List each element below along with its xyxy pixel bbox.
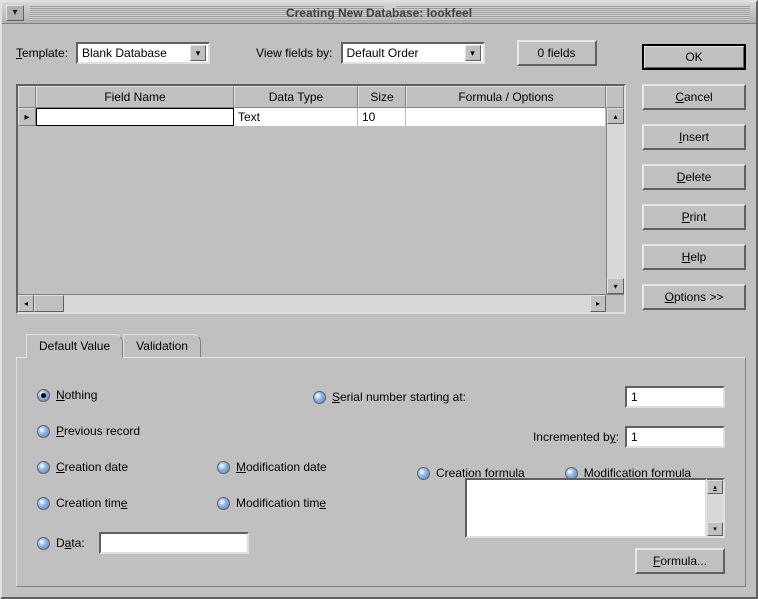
- formula-textarea-wrap: ▴ ▾: [465, 478, 725, 538]
- current-row-icon: [18, 108, 36, 126]
- col-field-name[interactable]: Field Name: [36, 86, 234, 108]
- titlebar: Creating New Database: lookfeel: [2, 2, 756, 24]
- view-fields-label: View fields by:: [256, 46, 332, 60]
- options-button[interactable]: Options >>: [642, 284, 746, 310]
- template-label: Template:: [16, 46, 68, 60]
- incremented-input[interactable]: [625, 426, 725, 448]
- scroll-track[interactable]: [707, 494, 723, 522]
- dialog-body: Template: Blank Database View fields by:…: [2, 24, 756, 597]
- radio-serial[interactable]: Serial number starting at:: [313, 390, 466, 404]
- cancel-button[interactable]: Cancel: [642, 84, 746, 110]
- cell-formula[interactable]: [406, 108, 606, 126]
- insert-button[interactable]: Insert: [642, 124, 746, 150]
- tabs-bar: Default Value Validation: [26, 334, 746, 357]
- top-controls: Template: Blank Database View fields by:…: [16, 40, 746, 66]
- table-row[interactable]: Text 10: [18, 108, 606, 126]
- radio-modification-time[interactable]: Modification time: [217, 496, 326, 510]
- tab-default-value[interactable]: Default Value: [26, 334, 123, 358]
- radio-icon: [37, 537, 50, 550]
- view-fields-value: Default Order: [347, 46, 419, 60]
- delete-button[interactable]: Delete: [642, 164, 746, 190]
- radio-creation-time[interactable]: Creation time: [37, 496, 177, 510]
- chevron-down-icon[interactable]: [190, 45, 206, 61]
- col-size[interactable]: Size: [358, 86, 406, 108]
- scroll-up-icon[interactable]: ▴: [607, 108, 624, 124]
- tabs-container: Default Value Validation Nothing Previou…: [16, 334, 746, 589]
- scroll-right-icon[interactable]: ▸: [590, 295, 606, 312]
- scroll-thumb[interactable]: [34, 295, 64, 312]
- scroll-left-icon[interactable]: ◂: [18, 295, 34, 312]
- table-header: Field Name Data Type Size Formula / Opti…: [18, 86, 624, 108]
- cell-field-name[interactable]: [36, 108, 234, 126]
- scroll-down-icon[interactable]: ▾: [707, 522, 723, 536]
- radio-icon: [37, 389, 50, 402]
- radio-icon: [217, 497, 230, 510]
- scroll-track[interactable]: [607, 124, 624, 278]
- table-body: Text 10 ▴ ▾: [18, 108, 624, 294]
- scroll-corner: [606, 295, 624, 312]
- radio-icon: [417, 467, 430, 480]
- radio-previous-record[interactable]: Previous record: [37, 424, 397, 438]
- fields-table: Field Name Data Type Size Formula / Opti…: [16, 84, 626, 314]
- scroll-header: [606, 86, 624, 108]
- print-button[interactable]: Print: [642, 204, 746, 230]
- row-indicator-header: [18, 86, 36, 108]
- radio-data[interactable]: Data:: [37, 536, 85, 550]
- serial-inputs: Serial number starting at: Incremented b…: [533, 386, 725, 448]
- radio-icon: [37, 425, 50, 438]
- chevron-down-icon[interactable]: [465, 45, 481, 61]
- cell-data-type[interactable]: Text: [234, 108, 358, 126]
- dialog-window: Creating New Database: lookfeel Template…: [0, 0, 758, 599]
- action-buttons: OK Cancel Insert Delete Print Help: [642, 84, 746, 314]
- radio-icon: [217, 461, 230, 474]
- table-empty: [18, 126, 606, 294]
- scroll-track[interactable]: [64, 295, 590, 312]
- radio-creation-date[interactable]: Creation date: [37, 460, 177, 474]
- cell-size[interactable]: 10: [358, 108, 406, 126]
- radio-modification-date[interactable]: Modification date: [217, 460, 327, 474]
- vertical-scrollbar[interactable]: ▴ ▾: [606, 108, 624, 294]
- ok-button[interactable]: OK: [642, 44, 746, 70]
- help-button[interactable]: Help: [642, 244, 746, 270]
- col-data-type[interactable]: Data Type: [234, 86, 358, 108]
- tab-panel-default-value: Nothing Previous record Creation date: [16, 357, 746, 587]
- scroll-up-icon[interactable]: ▴: [707, 480, 723, 494]
- formula-button[interactable]: Formula...: [635, 548, 725, 574]
- data-input[interactable]: [99, 532, 249, 554]
- scroll-down-icon[interactable]: ▾: [607, 278, 624, 294]
- radio-icon: [313, 391, 326, 404]
- horizontal-scrollbar[interactable]: ◂ ▸: [18, 294, 624, 312]
- template-select[interactable]: Blank Database: [76, 42, 210, 64]
- textarea-scrollbar[interactable]: ▴ ▾: [707, 478, 725, 538]
- template-value: Blank Database: [82, 46, 167, 60]
- window-title: Creating New Database: lookfeel: [278, 6, 480, 20]
- tab-validation[interactable]: Validation: [123, 334, 201, 357]
- view-fields-select[interactable]: Default Order: [341, 42, 485, 64]
- radio-icon: [37, 497, 50, 510]
- incremented-label: Incremented by:: [533, 430, 619, 444]
- serial-start-input[interactable]: [625, 386, 725, 408]
- radio-icon: [37, 461, 50, 474]
- table-rows: Text 10: [18, 108, 606, 294]
- system-menu-icon[interactable]: [6, 5, 24, 21]
- formula-textarea[interactable]: [465, 478, 707, 538]
- col-formula[interactable]: Formula / Options: [406, 86, 606, 108]
- mid-section: Field Name Data Type Size Formula / Opti…: [16, 84, 746, 314]
- fields-count-button[interactable]: 0 fields: [517, 40, 597, 66]
